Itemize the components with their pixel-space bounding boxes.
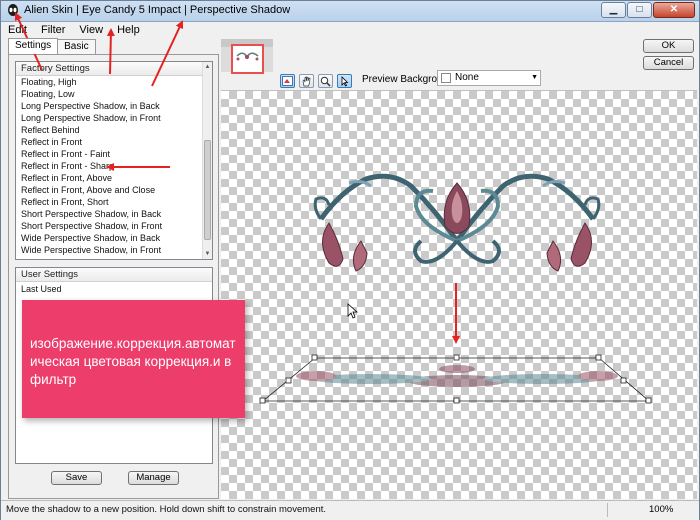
list-item[interactable]: Wide Perspective Shadow, in Back — [16, 232, 212, 244]
ok-button[interactable]: OK — [643, 39, 694, 53]
caption-overlay: изображение.коррекция.автоматическая цве… — [22, 300, 245, 418]
status-divider — [607, 503, 608, 517]
alien-skin-icon — [8, 4, 18, 16]
status-message: Move the shadow to a new position. Hold … — [6, 504, 327, 515]
list-item[interactable]: Short Perspective Shadow, in Front — [16, 220, 212, 232]
menu-edit[interactable]: Edit — [1, 22, 34, 38]
preview-artwork — [259, 173, 652, 404]
hand-tool-button[interactable] — [299, 74, 314, 88]
tab-basic[interactable]: Basic — [57, 39, 96, 54]
tab-settings[interactable]: Settings — [8, 38, 59, 54]
settings-tabs: Settings Basic — [8, 38, 96, 54]
toggle-preview-button[interactable] — [280, 74, 295, 88]
menu-filter[interactable]: Filter — [34, 22, 72, 38]
factory-settings-header: Factory Settings — [16, 62, 212, 76]
list-item[interactable]: Reflect in Front - Sharp — [16, 160, 212, 172]
factory-settings-list: Factory Settings Floating, High Floating… — [15, 61, 213, 260]
preview-background-value: None — [455, 72, 479, 83]
mouse-cursor-icon — [347, 303, 359, 319]
hand-icon — [302, 75, 311, 86]
preview-background-select[interactable]: None ▼ — [437, 70, 541, 86]
user-settings-header: User Settings — [16, 268, 212, 282]
ornament-image — [313, 173, 601, 272]
zoom-tool-button[interactable] — [318, 74, 333, 88]
menu-bar: Edit Filter View Help — [1, 22, 699, 38]
list-item[interactable]: Long Perspective Shadow, in Front — [16, 112, 212, 124]
scroll-up-icon[interactable]: ▲ — [203, 62, 212, 72]
window-controls: ▁ □ ✕ — [601, 2, 695, 19]
list-item[interactable]: Reflect in Front, Above — [16, 172, 212, 184]
reflection-image — [296, 365, 618, 387]
ornament-thumbnail-icon — [236, 52, 259, 61]
scroll-down-icon[interactable]: ▼ — [203, 249, 212, 259]
menu-view[interactable]: View — [72, 22, 110, 38]
zoom-level: 100% — [649, 504, 674, 515]
factory-settings-items: Floating, High Floating, Low Long Perspe… — [16, 76, 212, 256]
list-item[interactable]: Wide Perspective Shadow, in Front — [16, 244, 212, 256]
preview-canvas[interactable] — [221, 90, 697, 499]
pointer-icon — [341, 75, 349, 87]
cancel-button[interactable]: Cancel — [643, 56, 694, 70]
chevron-down-icon: ▼ — [531, 74, 538, 81]
factory-list-scrollbar[interactable]: ▲ ▼ — [202, 62, 212, 259]
scroll-thumb[interactable] — [204, 140, 211, 240]
app-window: Alien Skin | Eye Candy 5 Impact | Perspe… — [0, 0, 700, 520]
caption-text: изображение.коррекция.автоматическая цве… — [30, 336, 236, 387]
list-item[interactable]: Floating, High — [16, 76, 212, 88]
list-item[interactable]: Reflect Behind — [16, 124, 212, 136]
settings-panel: Factory Settings Floating, High Floating… — [8, 54, 219, 499]
manage-button[interactable]: Manage — [128, 471, 179, 485]
list-item[interactable]: Floating, Low — [16, 88, 212, 100]
list-item[interactable]: Short Perspective Shadow, in Back — [16, 208, 212, 220]
minimize-button[interactable]: ▁ — [601, 2, 626, 18]
list-item[interactable]: Last Used — [16, 283, 212, 295]
close-button[interactable]: ✕ — [653, 2, 695, 18]
zoom-icon — [320, 76, 331, 87]
pointer-tool-button[interactable] — [337, 74, 352, 88]
status-bar: Move the shadow to a new position. Hold … — [1, 500, 699, 520]
navigator-thumbnail[interactable] — [231, 44, 264, 74]
list-item[interactable]: Reflect in Front, Short — [16, 196, 212, 208]
window-title: Alien Skin | Eye Candy 5 Impact | Perspe… — [24, 4, 291, 16]
background-swatch — [441, 73, 451, 83]
list-item[interactable]: Reflect in Front, Above and Close — [16, 184, 212, 196]
save-button[interactable]: Save — [51, 471, 102, 485]
menu-help[interactable]: Help — [110, 22, 147, 38]
list-item[interactable]: Reflect in Front — [16, 136, 212, 148]
list-item[interactable]: Reflect in Front - Faint — [16, 148, 212, 160]
toggle-preview-icon — [282, 76, 293, 86]
title-bar: Alien Skin | Eye Candy 5 Impact | Perspe… — [1, 1, 699, 22]
maximize-button[interactable]: □ — [627, 2, 652, 18]
list-item[interactable]: Long Perspective Shadow, in Back — [16, 100, 212, 112]
